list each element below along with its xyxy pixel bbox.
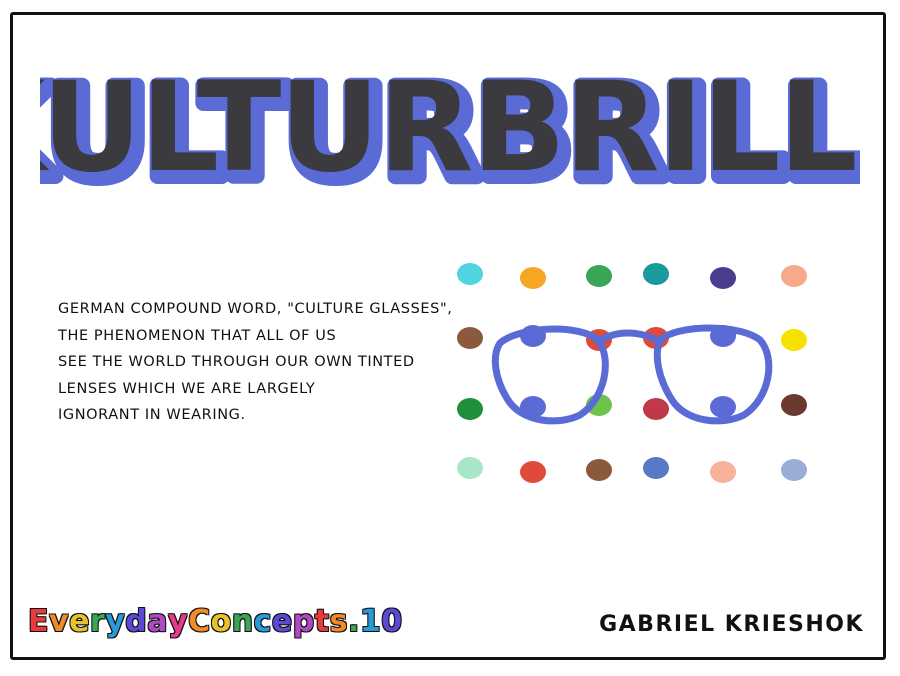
definition-line: German compound word, "culture glasses", bbox=[58, 301, 453, 317]
color-dot bbox=[586, 459, 612, 481]
color-dot bbox=[520, 461, 546, 483]
series-logo-letter: s bbox=[329, 604, 348, 639]
color-dot bbox=[457, 327, 483, 349]
series-logo-letter: r bbox=[89, 604, 106, 639]
title-text: KULTURBRILLE bbox=[40, 56, 860, 200]
color-dot bbox=[710, 396, 736, 418]
author-name: Gabriel Krieshok bbox=[599, 612, 864, 637]
color-dot bbox=[781, 265, 807, 287]
glasses-illustration bbox=[440, 250, 820, 500]
definition-text: German compound word, "culture glasses",… bbox=[58, 296, 453, 429]
series-logo-letter: 0 bbox=[381, 604, 403, 639]
series-logo-letter: e bbox=[271, 604, 293, 639]
series-logo-letter: E bbox=[28, 604, 49, 639]
series-logo-letter: p bbox=[292, 604, 315, 639]
color-dot bbox=[457, 398, 483, 420]
series-logo-letter: C bbox=[188, 604, 211, 639]
series-logo-letter: a bbox=[147, 604, 169, 639]
color-dots bbox=[457, 263, 807, 483]
series-logo-letter: d bbox=[125, 604, 148, 639]
series-logo-letter: o bbox=[210, 604, 232, 639]
series-logo-letter: y bbox=[168, 604, 189, 639]
color-dot bbox=[781, 459, 807, 481]
color-dot bbox=[520, 267, 546, 289]
definition-line: lenses which we are largely bbox=[58, 380, 316, 397]
glasses-bridge bbox=[594, 329, 664, 346]
title-graphic: KULTURBRILLE KULTURBRILLE bbox=[40, 54, 860, 208]
series-logo-letter: y bbox=[105, 604, 126, 639]
color-dot bbox=[781, 329, 807, 351]
series-logo-letter: c bbox=[253, 604, 272, 639]
color-dot bbox=[643, 457, 669, 479]
series-logo-letter: 1 bbox=[359, 604, 382, 639]
series-logo-letter: e bbox=[69, 604, 90, 639]
color-dot bbox=[710, 461, 736, 483]
color-dot bbox=[643, 263, 669, 285]
title-banner: KULTURBRILLE KULTURBRILLE bbox=[40, 48, 860, 208]
glasses-illustration-svg bbox=[457, 263, 807, 483]
color-dot bbox=[457, 263, 483, 285]
series-logo-letter: v bbox=[49, 604, 70, 639]
color-dot bbox=[586, 265, 612, 287]
color-dot bbox=[457, 457, 483, 479]
series-logo: EverydayConcepts.10 bbox=[28, 604, 403, 639]
definition-line: see the world through our own tinted bbox=[58, 354, 415, 370]
color-dot bbox=[710, 267, 736, 289]
series-logo-letter: . bbox=[347, 604, 360, 639]
definition-line: the phenomenon that all of us bbox=[58, 327, 337, 344]
color-dot bbox=[781, 394, 807, 416]
definition-line: ignorant in wearing. bbox=[58, 407, 246, 423]
color-dot bbox=[643, 398, 669, 420]
series-logo-letter: t bbox=[314, 604, 330, 639]
series-logo-letter: n bbox=[231, 604, 254, 639]
